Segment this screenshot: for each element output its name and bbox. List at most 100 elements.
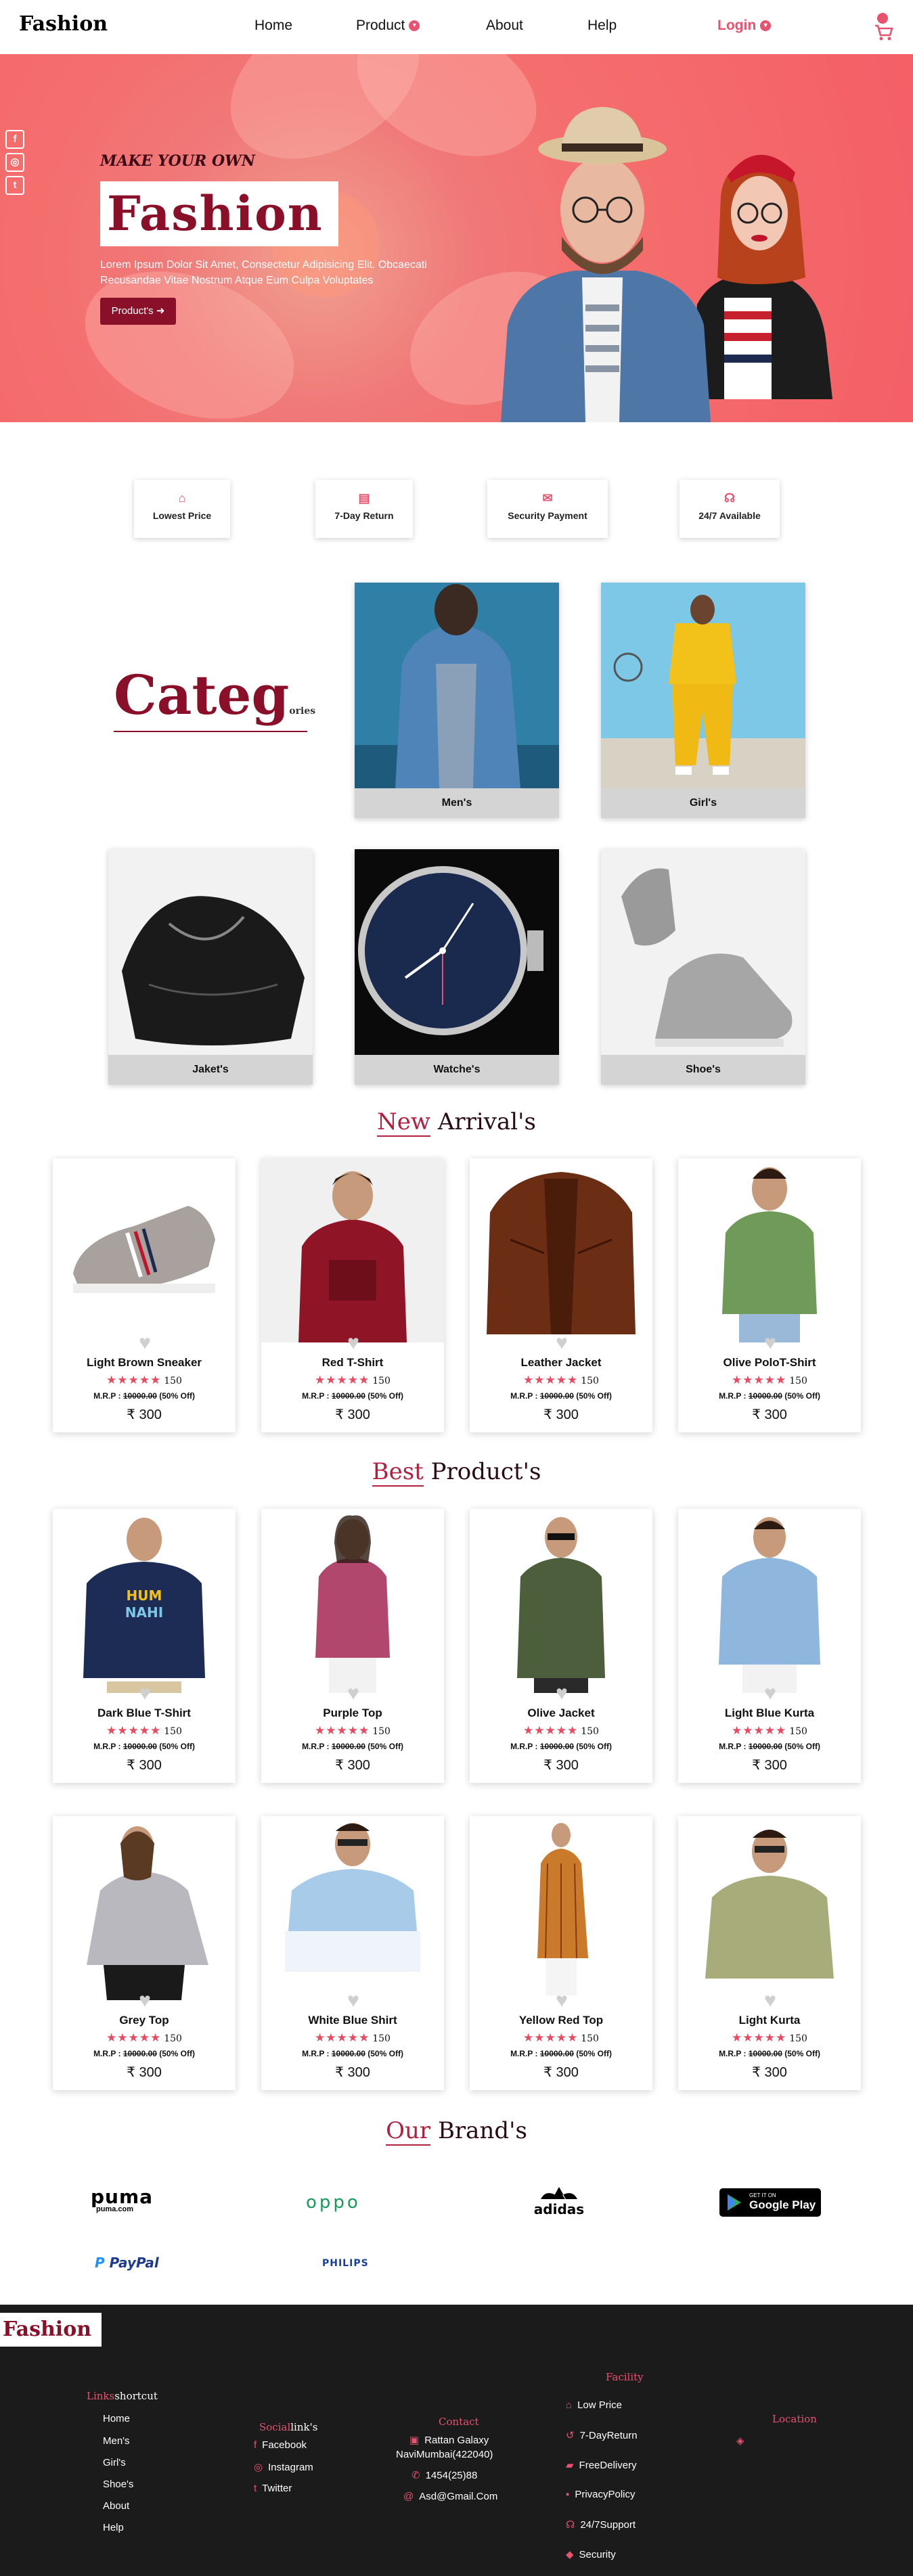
philips-logo[interactable]: PHILIPS xyxy=(322,2258,369,2269)
discount: (50% Off) xyxy=(159,1391,195,1401)
category-watches[interactable]: Watche's xyxy=(355,849,559,1085)
category-jackets[interactable]: Jaket's xyxy=(108,849,313,1085)
rating-count: 150 xyxy=(581,1726,599,1737)
login-button[interactable]: Login ▾ xyxy=(717,18,772,34)
facility-label: Low Price xyxy=(577,2399,622,2411)
puma-logo[interactable]: puma puma.com xyxy=(91,2186,192,2219)
heart-icon[interactable]: ♥ xyxy=(552,1333,572,1353)
product-name: White Blue Shirt xyxy=(308,2014,397,2027)
product-card[interactable]: ♥ Light Blue Kurta ★★★★★ 150 M.R.P : 1000… xyxy=(678,1509,861,1783)
rupee-icon: ₹ xyxy=(752,1407,761,1422)
heart-icon[interactable]: ♥ xyxy=(760,1991,780,2011)
footer-link-home[interactable]: Home xyxy=(103,2413,130,2424)
product-card[interactable]: ♥ Leather Jacket ★★★★★ 150 M.R.P : 10000.… xyxy=(470,1158,652,1432)
heart-icon[interactable]: ♥ xyxy=(552,1684,572,1704)
nav-help[interactable]: Help xyxy=(587,18,617,34)
footer-logo[interactable]: Fashion xyxy=(0,2313,102,2347)
footer-link-mens[interactable]: Men's xyxy=(103,2435,130,2447)
product-card[interactable]: ♥ Light Brown Sneaker ★★★★★ 150 M.R.P : 1… xyxy=(53,1158,236,1432)
shield-icon: ◆ xyxy=(566,2549,574,2560)
product-name: Red T-Shirt xyxy=(321,1356,384,1369)
footer-link-girls[interactable]: Girl's xyxy=(103,2457,126,2468)
product-card[interactable]: ♥ Purple Top ★★★★★ 150 M.R.P : 10000.00 (… xyxy=(261,1509,444,1783)
site-logo[interactable]: Fashion xyxy=(19,12,108,36)
footer-email[interactable]: @ Asd@Gmail.Com xyxy=(403,2491,497,2502)
instagram-icon[interactable]: ◎ xyxy=(5,153,24,172)
heart-icon[interactable]: ♥ xyxy=(552,1991,572,2011)
location-pin-icon[interactable]: ◈ xyxy=(736,2435,744,2447)
footer-link-shoes[interactable]: Shoe's xyxy=(103,2479,133,2490)
google-play-badge[interactable]: GET IT ON Google Play xyxy=(719,2188,821,2217)
star-icons: ★★★★★ xyxy=(315,1374,370,1386)
oppo-logo[interactable]: oppo xyxy=(306,2192,361,2213)
products-button[interactable]: Product's ➜ xyxy=(100,298,176,325)
discount: (50% Off) xyxy=(368,1391,403,1401)
heart-icon[interactable]: ♥ xyxy=(343,1333,363,1353)
rating: ★★★★★ 150 xyxy=(261,1374,444,1387)
heart-icon[interactable]: ♥ xyxy=(343,1991,363,2011)
hero-banner: f ◎ t MAKE YOUR OWN Fashion Lorem Ipsum … xyxy=(0,54,913,422)
nav-about[interactable]: About xyxy=(486,18,523,34)
heart-icon[interactable]: ♥ xyxy=(135,1333,155,1353)
footer-link-help[interactable]: Help xyxy=(103,2522,124,2533)
mrp-label: M.R.P : xyxy=(719,2049,747,2058)
products-button-label: Product's xyxy=(111,305,154,317)
price-value: 300 xyxy=(556,1407,579,1422)
heart-icon[interactable]: ♥ xyxy=(343,1684,363,1704)
product-name: Leather Jacket xyxy=(520,1356,602,1369)
footer-social-facebook[interactable]: f Facebook xyxy=(254,2439,307,2451)
category-mens[interactable]: Men's xyxy=(355,583,559,818)
category-label: Men's xyxy=(355,788,559,818)
product-name: Light Blue Kurta xyxy=(724,1707,815,1719)
star-icons: ★★★★★ xyxy=(106,1374,162,1386)
twitter-icon[interactable]: t xyxy=(5,176,24,195)
footer-social-instagram[interactable]: ◎ Instagram xyxy=(254,2461,313,2473)
mrp-label: M.R.P : xyxy=(93,1391,121,1401)
rupee-icon: ₹ xyxy=(543,2065,552,2080)
hero-models-image xyxy=(501,107,832,422)
category-shoes[interactable]: Shoe's xyxy=(601,849,805,1085)
product-card[interactable]: ♥ Light Kurta ★★★★★ 150 M.R.P : 10000.00 … xyxy=(678,1816,861,2090)
footer-link-about[interactable]: About xyxy=(103,2500,129,2512)
heart-icon[interactable]: ♥ xyxy=(135,1991,155,2011)
return-icon: ▤ xyxy=(358,491,370,505)
nav-home[interactable]: Home xyxy=(254,18,292,34)
footer-phone[interactable]: ✆ 1454(25)88 xyxy=(411,2469,477,2481)
product-name: Light Kurta xyxy=(738,2014,801,2027)
adidas-logo[interactable]: adidas xyxy=(512,2186,606,2218)
star-icons: ★★★★★ xyxy=(315,1724,370,1737)
product-card[interactable]: ♥ Olive PoloT-Shirt ★★★★★ 150 M.R.P : 100… xyxy=(678,1158,861,1432)
product-card[interactable]: ♥ Yellow Red Top ★★★★★ 150 M.R.P : 10000.… xyxy=(470,1816,652,2090)
product-card[interactable]: HUM NAHI ♥ Dark Blue T-Shirt ★★★★★ 150 M.… xyxy=(53,1509,236,1783)
facebook-icon[interactable]: f xyxy=(5,130,24,149)
footer-address: ▣ Rattan Galaxy xyxy=(409,2434,489,2446)
heart-icon[interactable]: ♥ xyxy=(760,1333,780,1353)
heading-accent: Our xyxy=(386,2117,431,2146)
heading-rest: Product's xyxy=(430,1458,541,1485)
rating: ★★★★★ 150 xyxy=(470,1374,652,1387)
paypal-logo[interactable]: P PayPal xyxy=(95,2255,159,2271)
heart-icon[interactable]: ♥ xyxy=(760,1684,780,1704)
product-card[interactable]: ♥ Red T-Shirt ★★★★★ 150 M.R.P : 10000.00 … xyxy=(261,1158,444,1432)
category-girls[interactable]: Girl's xyxy=(601,583,805,818)
discount: (50% Off) xyxy=(159,1742,195,1751)
feature-lowest-price: ⌂ Lowest Price xyxy=(134,480,230,538)
product-card[interactable]: ♥ Grey Top ★★★★★ 150 M.R.P : 10000.00 (50… xyxy=(53,1816,236,2090)
mrp-label: M.R.P : xyxy=(302,2049,330,2058)
product-card[interactable]: ♥ Olive Jacket ★★★★★ 150 M.R.P : 10000.00… xyxy=(470,1509,652,1783)
price: ₹ 300 xyxy=(261,1757,444,1773)
heart-icon[interactable]: ♥ xyxy=(135,1684,155,1704)
star-icons: ★★★★★ xyxy=(732,1724,787,1737)
chevron-down-icon: ▾ xyxy=(760,20,772,32)
cart-icon[interactable] xyxy=(873,12,893,43)
rating-count: 150 xyxy=(372,1726,391,1737)
footer-social-twitter[interactable]: t Twitter xyxy=(254,2483,292,2494)
feature-label: Security Payment xyxy=(508,510,587,521)
nav-product[interactable]: Product ▾ xyxy=(356,18,420,34)
product-card[interactable]: ♥ White Blue Shirt ★★★★★ 150 M.R.P : 1000… xyxy=(261,1816,444,2090)
product-image: HUM NAHI xyxy=(53,1509,236,1693)
facility-privacy-policy[interactable]: ▪ PrivacyPolicy xyxy=(566,2489,636,2500)
mrp-value: 10000.00 xyxy=(539,2049,574,2058)
mrp-value: 10000.00 xyxy=(123,2049,157,2058)
feature-7-day-return: ▤ 7-Day Return xyxy=(315,480,413,538)
